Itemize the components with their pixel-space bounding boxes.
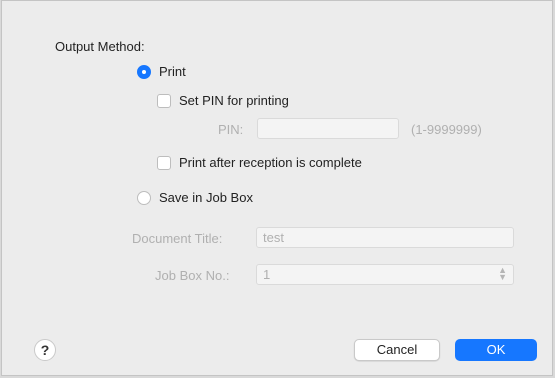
print-after-reception-checkbox[interactable] <box>157 156 171 170</box>
document-title-label: Document Title: <box>132 231 223 246</box>
pin-input[interactable] <box>257 118 399 139</box>
help-button[interactable]: ? <box>34 339 56 361</box>
set-pin-label[interactable]: Set PIN for printing <box>179 93 289 108</box>
job-box-no-value: 1 <box>263 267 271 282</box>
save-in-job-box-radio[interactable] <box>137 191 151 205</box>
job-box-no-label: Job Box No.: <box>155 268 230 283</box>
pin-range-hint: (1-9999999) <box>411 122 482 137</box>
set-pin-checkbox[interactable] <box>157 94 171 108</box>
output-method-label: Output Method: <box>55 39 145 54</box>
job-box-no-select[interactable]: 1 ▲ ▼ <box>256 264 514 285</box>
cancel-button[interactable]: Cancel <box>354 339 440 361</box>
print-radio[interactable] <box>137 65 151 79</box>
ok-button[interactable]: OK <box>455 339 537 361</box>
save-in-job-box-label[interactable]: Save in Job Box <box>159 190 253 205</box>
pin-label: PIN: <box>218 122 244 137</box>
chevron-up-down-icon: ▲ ▼ <box>498 265 507 282</box>
print-after-reception-label[interactable]: Print after reception is complete <box>179 155 362 170</box>
print-radio-label[interactable]: Print <box>159 64 186 79</box>
document-title-input[interactable]: test <box>256 227 514 248</box>
output-method-dialog: Output Method: Print Set PIN for printin… <box>1 0 553 376</box>
